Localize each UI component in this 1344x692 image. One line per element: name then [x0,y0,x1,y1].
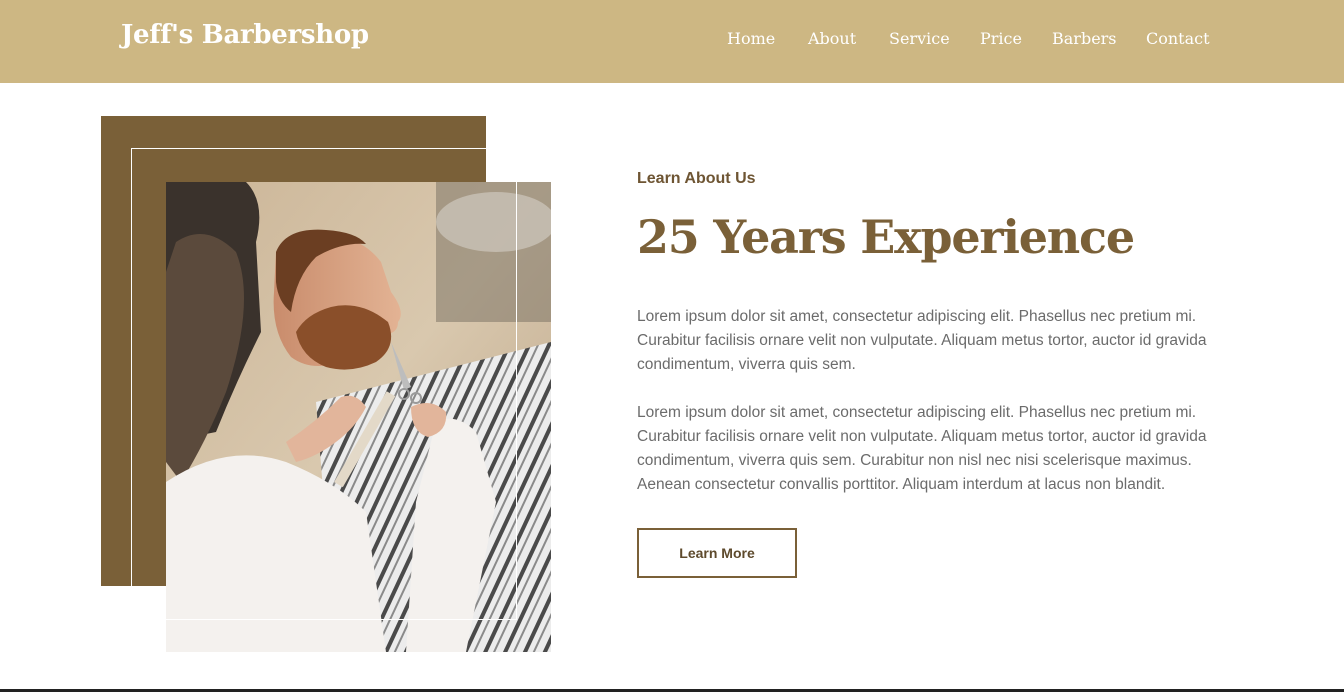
nav-link-home[interactable]: Home [727,29,775,48]
nav-link-barbers[interactable]: Barbers [1052,29,1117,48]
nav-link-price[interactable]: Price [980,29,1022,48]
learn-more-button[interactable]: Learn More [637,528,797,578]
section-headline: 25 Years Experience [637,210,1135,264]
nav-link-service[interactable]: Service [889,29,950,48]
nav-link-contact[interactable]: Contact [1146,29,1210,48]
nav-link-about[interactable]: About [808,29,856,48]
about-paragraph-2: Lorem ipsum dolor sit amet, consectetur … [637,404,1207,493]
navbar: Jeff's Barbershop Home About Service Pri… [0,0,1344,83]
about-paragraph-1: Lorem ipsum dolor sit amet, consectetur … [637,308,1207,373]
decorative-outline-frame [131,148,517,620]
section-eyebrow: Learn About Us [637,170,756,187]
nav-links: Home About Service Price Barbers Contact [0,29,1344,53]
